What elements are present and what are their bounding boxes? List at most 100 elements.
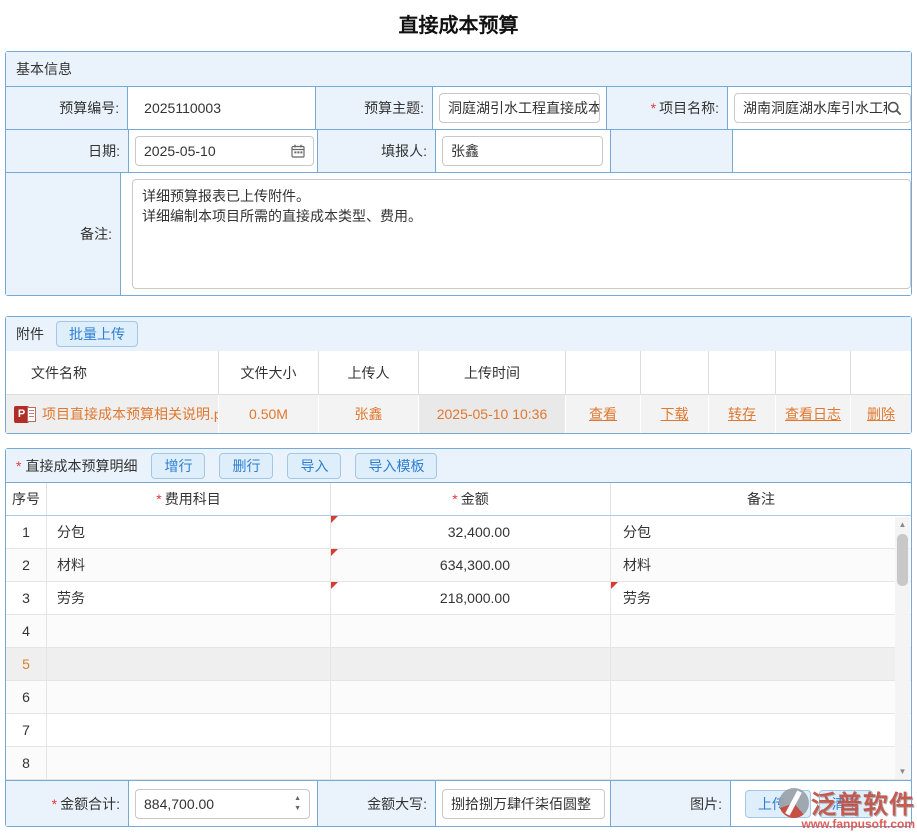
amount-words-cell: 捌拾捌万肆仟柒佰圆整 [436, 781, 611, 826]
budget-no-value: 2025110003 [128, 87, 316, 129]
basic-info-section: 基本信息 预算编号: 2025110003 预算主题: 洞庭湖引水工程直接成本预… [5, 51, 912, 296]
col-subject: *费用科目 [47, 483, 331, 515]
vertical-scrollbar[interactable]: ▲ ▼ [895, 517, 910, 779]
date-cell: 2025-05-10 [129, 130, 318, 172]
stepper-up-icon[interactable]: ▲ [294, 795, 301, 802]
required-star: * [52, 796, 57, 812]
amount-cell[interactable] [331, 747, 611, 779]
remark-cell[interactable] [611, 747, 911, 779]
detail-row-4: 4 [6, 615, 911, 648]
stepper-down-icon[interactable]: ▼ [294, 805, 301, 812]
subject-cell[interactable] [47, 648, 331, 680]
remark-cell[interactable] [611, 615, 911, 647]
amount-cell[interactable]: 634,300.00 [331, 549, 611, 581]
subject-cell[interactable]: 材料 [47, 549, 331, 581]
amount-cell[interactable] [331, 714, 611, 746]
basic-info-row-1: 预算编号: 2025110003 预算主题: 洞庭湖引水工程直接成本预算 * 项… [6, 87, 911, 130]
filler-cell: 张鑫 [436, 130, 611, 172]
page-title: 直接成本预算 [0, 0, 917, 38]
detail-row-8: 8 [6, 747, 911, 780]
amount-cell[interactable]: 218,000.00 [331, 582, 611, 614]
remark-cell[interactable]: 劳务 [611, 582, 911, 614]
scroll-down-icon[interactable]: ▼ [895, 764, 910, 779]
remark-cell[interactable] [611, 681, 911, 713]
remark-textarea[interactable]: 详细预算报表已上传附件。 详细编制本项目所需的直接成本类型、费用。 [132, 179, 911, 289]
attachment-upload-time: 2025-05-10 10:36 [419, 395, 566, 433]
attachments-section: 附件 批量上传 文件名称 文件大小 上传人 上传时间 P 项目直接成本预算相关说… [5, 316, 912, 434]
detail-row-2: 2 材料 634,300.00 材料 [6, 549, 911, 582]
delete-row-button[interactable]: 删行 [219, 453, 273, 479]
attachments-title: 附件 [16, 324, 44, 344]
import-button[interactable]: 导入 [287, 453, 341, 479]
attachment-uploader: 张鑫 [319, 395, 419, 433]
amount-words-label: 金额大写: [318, 781, 436, 826]
budget-no-label: 预算编号: [6, 87, 128, 129]
remark-label: 备注: [6, 173, 121, 295]
subject-cell[interactable] [47, 615, 331, 647]
basic-info-header: 基本信息 [6, 52, 911, 87]
attachment-file-name[interactable]: P 项目直接成本预算相关说明.p [6, 395, 219, 433]
subject-input[interactable]: 洞庭湖引水工程直接成本预算 [439, 93, 600, 123]
delete-link[interactable]: 删除 [867, 404, 895, 424]
amount-cell[interactable] [331, 615, 611, 647]
transfer-link[interactable]: 转存 [728, 404, 756, 424]
required-star: * [16, 458, 21, 474]
download-link[interactable]: 下载 [661, 404, 689, 424]
calendar-icon[interactable] [291, 144, 305, 158]
fanpu-logo-icon [779, 788, 809, 818]
amount-cell[interactable]: 32,400.00 [331, 516, 611, 548]
project-name-input[interactable]: 湖南洞庭湖水库引水工程施工 [734, 93, 911, 123]
subject-cell[interactable] [47, 681, 331, 713]
attachments-header: 附件 批量上传 [6, 317, 911, 351]
basic-info-title: 基本信息 [16, 59, 72, 79]
date-input[interactable]: 2025-05-10 [135, 136, 314, 166]
detail-section: * 直接成本预算明细 增行 删行 导入 导入模板 序号 *费用科目 *金额 备注… [5, 448, 912, 827]
col-remark: 备注 [611, 483, 911, 515]
add-row-button[interactable]: 增行 [151, 453, 205, 479]
scrollbar-thumb[interactable] [897, 534, 908, 586]
remark-cell[interactable]: 材料 [611, 549, 911, 581]
empty-value-cell [733, 130, 911, 172]
batch-upload-button[interactable]: 批量上传 [56, 321, 138, 347]
edited-marker [611, 582, 618, 589]
vendor-watermark: 泛普软件 www.fanpusoft.com [763, 785, 915, 831]
detail-row-7: 7 [6, 714, 911, 747]
detail-row-1: 1 分包 32,400.00 分包 [6, 516, 911, 549]
basic-info-row-3: 备注: 详细预算报表已上传附件。 详细编制本项目所需的直接成本类型、费用。 [6, 173, 911, 295]
remark-cell[interactable] [611, 648, 911, 680]
detail-title: 直接成本预算明细 [25, 456, 137, 476]
subject-cell[interactable] [47, 714, 331, 746]
subject-cell[interactable] [47, 747, 331, 779]
detail-row-5-selected: 5 [6, 648, 911, 681]
total-amount-input[interactable]: 884,700.00 ▲ ▼ [135, 789, 310, 819]
number-stepper: ▲ ▼ [294, 795, 301, 812]
view-log-link[interactable]: 查看日志 [785, 404, 841, 424]
scroll-up-icon[interactable]: ▲ [895, 517, 910, 532]
total-label: * 金额合计: [6, 781, 129, 826]
amount-cell[interactable] [331, 648, 611, 680]
subject-cell[interactable]: 分包 [47, 516, 331, 548]
col-file-size: 文件大小 [219, 351, 319, 394]
col-seq: 序号 [6, 483, 47, 515]
remark-cell: 详细预算报表已上传附件。 详细编制本项目所需的直接成本类型、费用。 [121, 173, 911, 295]
attachments-table-header: 文件名称 文件大小 上传人 上传时间 [6, 351, 911, 395]
search-icon[interactable] [887, 101, 902, 116]
remark-cell[interactable]: 分包 [611, 516, 911, 548]
edited-marker [331, 582, 338, 589]
view-link[interactable]: 查看 [589, 404, 617, 424]
detail-row-6: 6 [6, 681, 911, 714]
vendor-url: www.fanpusoft.com [763, 817, 915, 831]
subject-label: 预算主题: [316, 87, 433, 129]
subject-cell[interactable]: 劳务 [47, 582, 331, 614]
amount-words-input[interactable]: 捌拾捌万肆仟柒佰圆整 [442, 789, 605, 819]
remark-cell[interactable] [611, 714, 911, 746]
total-cell: 884,700.00 ▲ ▼ [129, 781, 318, 826]
filler-input[interactable]: 张鑫 [442, 136, 603, 166]
image-label: 图片: [611, 781, 731, 826]
empty-label-cell [611, 130, 733, 172]
date-label: 日期: [6, 130, 129, 172]
detail-table-body: 1 分包 32,400.00 分包 2 材料 634,300.00 材料 3 劳… [6, 516, 911, 780]
import-template-button[interactable]: 导入模板 [355, 453, 437, 479]
amount-cell[interactable] [331, 681, 611, 713]
subject-cell: 洞庭湖引水工程直接成本预算 [433, 87, 607, 129]
